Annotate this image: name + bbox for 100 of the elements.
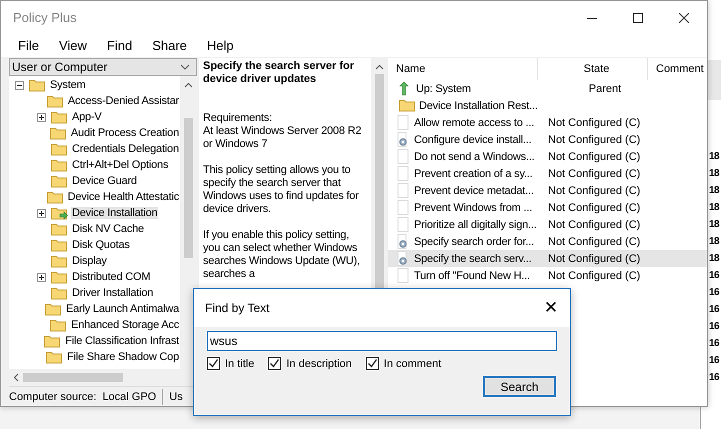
folder-icon bbox=[51, 110, 68, 124]
table-cell-text: 18 bbox=[708, 167, 720, 181]
folder-icon bbox=[51, 158, 68, 172]
tree-item[interactable]: App-V bbox=[71, 111, 103, 123]
policy-row[interactable]: Specify search order for... Not Configured (C) bbox=[388, 233, 707, 250]
table-cell-text: 16 bbox=[708, 269, 720, 283]
table-cell-text: 16 bbox=[708, 354, 720, 368]
folder-icon bbox=[29, 78, 46, 92]
scrollbar[interactable] bbox=[180, 76, 197, 369]
folder-icon bbox=[51, 142, 68, 156]
tree-item[interactable]: File Classification Infrast bbox=[64, 335, 180, 347]
folder-icon bbox=[45, 302, 62, 316]
policy-row[interactable]: Prevent creation of a sy... Not Configured (C) bbox=[388, 165, 707, 182]
option-checkbox[interactable]: In title bbox=[207, 357, 254, 370]
up-arrow-icon bbox=[398, 81, 410, 96]
policy-row[interactable]: Up: System Parent bbox=[388, 80, 707, 97]
table-cell-text: 16 bbox=[708, 303, 720, 317]
table-cell-text: 18 bbox=[708, 150, 720, 164]
tree-item[interactable]: Device Health Attestatic bbox=[66, 191, 180, 203]
folder-icon bbox=[399, 99, 416, 112]
status-label: Computer source: bbox=[9, 390, 96, 402]
expand-icon[interactable] bbox=[37, 272, 46, 282]
table-cell-text: 18 bbox=[708, 218, 720, 232]
chevron-up-icon bbox=[375, 64, 384, 70]
folder-icon bbox=[51, 174, 68, 188]
folder-icon bbox=[46, 350, 64, 364]
table-cell-text: 18 bbox=[708, 184, 720, 198]
collapse-icon[interactable] bbox=[15, 80, 24, 90]
chevron-down-icon bbox=[180, 64, 190, 70]
folder-icon bbox=[46, 190, 64, 204]
table-cell-text: 16 bbox=[708, 286, 720, 300]
table-cell-text: 16 bbox=[708, 320, 720, 334]
column-header[interactable]: State bbox=[538, 58, 648, 80]
tree-item[interactable]: Disk NV Cache bbox=[71, 223, 145, 235]
folder-icon bbox=[51, 270, 68, 284]
tree-item[interactable]: Ctrl+Alt+Del Options bbox=[71, 159, 170, 171]
policy-row[interactable]: Prevent device metadat... Not Configured (C) bbox=[388, 182, 707, 199]
status-label: Us bbox=[169, 390, 183, 402]
folder-icon bbox=[44, 334, 62, 348]
folder-icon bbox=[51, 238, 68, 252]
policy-row[interactable]: Prioritize all digitally sign... Not Configured (C) bbox=[388, 216, 707, 233]
folder-icon bbox=[46, 94, 64, 108]
policy-row[interactable]: Device Installation Rest... bbox=[388, 97, 707, 114]
folder-icon bbox=[50, 318, 68, 332]
tree-item[interactable]: Access-Denied Assistar bbox=[66, 95, 180, 107]
tree-item[interactable]: Enhanced Storage Acc bbox=[70, 319, 180, 331]
table-cell-text: 18 bbox=[708, 201, 720, 215]
search-button[interactable]: Search bbox=[483, 376, 556, 397]
close-icon bbox=[679, 12, 689, 22]
dialog-title: Find by Text bbox=[205, 301, 270, 315]
expand-icon[interactable] bbox=[37, 208, 46, 218]
checkmark-icon bbox=[269, 358, 280, 369]
menu-item[interactable]: File bbox=[9, 38, 48, 53]
option-checkbox[interactable]: In comment bbox=[366, 357, 442, 370]
menu-item[interactable]: Find bbox=[98, 38, 142, 53]
policy-row[interactable]: Prevent Windows from ... Not Configured (C) bbox=[388, 199, 707, 216]
search-field[interactable]: wsus bbox=[207, 331, 557, 351]
menu-item[interactable]: Help bbox=[198, 38, 243, 53]
policy-row[interactable]: Turn off "Found New H... Not Configured (C) bbox=[388, 267, 707, 284]
column-header[interactable]: Name bbox=[388, 58, 538, 80]
scope-dropdown[interactable]: User or Computer bbox=[9, 58, 197, 76]
tree-item[interactable]: Device Installation bbox=[71, 207, 158, 219]
folder-icon bbox=[51, 286, 68, 300]
chevron-left-icon bbox=[13, 373, 19, 382]
table-cell-text: 18 bbox=[708, 252, 720, 266]
folder-icon bbox=[51, 222, 68, 236]
checkmark-icon bbox=[366, 358, 378, 369]
policy-row[interactable]: Configure device install... Not Configured (C) bbox=[388, 131, 707, 148]
table-cell-text: 18 bbox=[708, 235, 720, 249]
expand-icon[interactable] bbox=[37, 112, 46, 122]
table-cell-text: 16 bbox=[708, 337, 720, 351]
tree-item[interactable]: Driver Installation bbox=[71, 287, 154, 299]
tree-item[interactable]: Distributed COM bbox=[71, 271, 152, 283]
tree-item[interactable]: Early Launch Antimalwa bbox=[65, 303, 180, 315]
tree-item[interactable]: File Share Shadow Cop bbox=[66, 351, 180, 363]
window-title: Policy Plus bbox=[13, 10, 78, 25]
tree-item[interactable]: Device Guard bbox=[71, 175, 138, 187]
tree-item[interactable]: Display bbox=[71, 255, 108, 267]
maximize-icon bbox=[633, 12, 643, 22]
close-button[interactable]: ✕ bbox=[532, 293, 570, 323]
checkmark-icon bbox=[208, 358, 219, 369]
description-text: This policy setting allows you to specify the search server that Windows uses to find updates for device drivers. bbox=[203, 164, 360, 216]
policy-row[interactable]: Specify the search serv... Not Configured (C) bbox=[388, 250, 707, 267]
option-checkbox[interactable]: In description bbox=[268, 357, 352, 370]
chevron-up-icon bbox=[184, 82, 193, 88]
menu-item[interactable]: View bbox=[50, 38, 96, 53]
tree-item[interactable]: System bbox=[49, 79, 86, 91]
tree-item[interactable]: Audit Process Creation bbox=[70, 127, 180, 139]
description-text: If you enable this policy setting, you can select whether Windows searches Windows Update (WU), searches a bbox=[203, 229, 361, 281]
folder-icon bbox=[50, 126, 67, 140]
table-cell-text: 16 bbox=[708, 371, 720, 385]
menu-item[interactable]: Share bbox=[143, 38, 196, 53]
tree-item[interactable]: Credentials Delegation bbox=[71, 143, 180, 155]
policy-title: Specify the search server for device driver updates bbox=[203, 60, 356, 86]
description-text: Requirements: At least Windows Server 2008 R2 or Windows 7 bbox=[203, 112, 362, 151]
policy-row[interactable]: Allow remote access to ... Not Configured (C) bbox=[388, 114, 707, 131]
policy-row[interactable]: Do not send a Windows... Not Configured (C) bbox=[388, 148, 707, 165]
column-header[interactable]: Comment bbox=[648, 58, 707, 80]
tree-item[interactable]: Disk Quotas bbox=[71, 239, 131, 251]
folder-icon bbox=[51, 254, 68, 268]
